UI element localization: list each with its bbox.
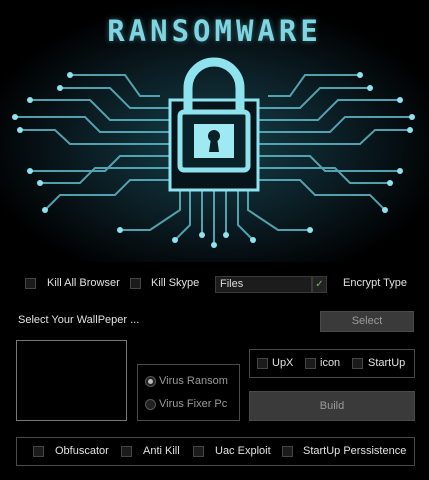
startup-persistence-checkbox[interactable] — [282, 446, 293, 457]
anti-kill-label: Anti Kill — [143, 445, 180, 457]
uac-exploit-checkbox[interactable] — [193, 446, 204, 457]
upx-checkbox[interactable] — [257, 358, 268, 369]
obfuscator-checkbox[interactable] — [33, 446, 44, 457]
bottom-options-group: Obfuscator Anti Kill Uac Exploit StartUp… — [16, 437, 415, 466]
encrypt-type-select[interactable]: Files — [215, 276, 312, 293]
icon-checkbox[interactable] — [305, 358, 316, 369]
kill-all-browser-label: Kill All Browser — [47, 277, 120, 289]
build-options-group: UpX icon StartUp — [249, 349, 415, 378]
encrypt-type-label: Encrypt Type — [343, 277, 407, 289]
encrypt-type-value: Files — [220, 278, 244, 290]
startup-persistence-label: StartUp Perssistence — [303, 445, 407, 457]
kill-all-browser-checkbox[interactable] — [25, 278, 36, 289]
build-button[interactable]: Build — [249, 391, 415, 421]
kill-skype-checkbox[interactable] — [130, 278, 141, 289]
icon-label: icon — [320, 357, 341, 369]
banner: RANSOMWARE — [0, 0, 429, 262]
mode-group: Virus Ransom Virus Fixer Pc — [137, 364, 240, 421]
app-title: RANSOMWARE — [107, 14, 322, 48]
dropdown-check-icon[interactable]: ✓ — [312, 276, 327, 293]
wallpaper-label: Select Your WallPeper ... — [18, 314, 140, 326]
startup-checkbox[interactable] — [352, 358, 363, 369]
kill-skype-label: Kill Skype — [151, 277, 200, 289]
select-wallpaper-button[interactable]: Select — [320, 311, 414, 332]
virus-fixer-label: Virus Fixer Pc — [159, 398, 228, 410]
anti-kill-checkbox[interactable] — [121, 446, 132, 457]
virus-ransom-label: Virus Ransom — [159, 375, 228, 387]
upx-label: UpX — [272, 357, 294, 369]
wallpaper-preview — [16, 340, 127, 421]
startup-label: StartUp — [368, 357, 406, 369]
obfuscator-label: Obfuscator — [55, 445, 109, 457]
virus-fixer-radio[interactable] — [145, 399, 156, 410]
virus-ransom-radio[interactable] — [145, 376, 156, 387]
uac-exploit-label: Uac Exploit — [215, 445, 271, 457]
